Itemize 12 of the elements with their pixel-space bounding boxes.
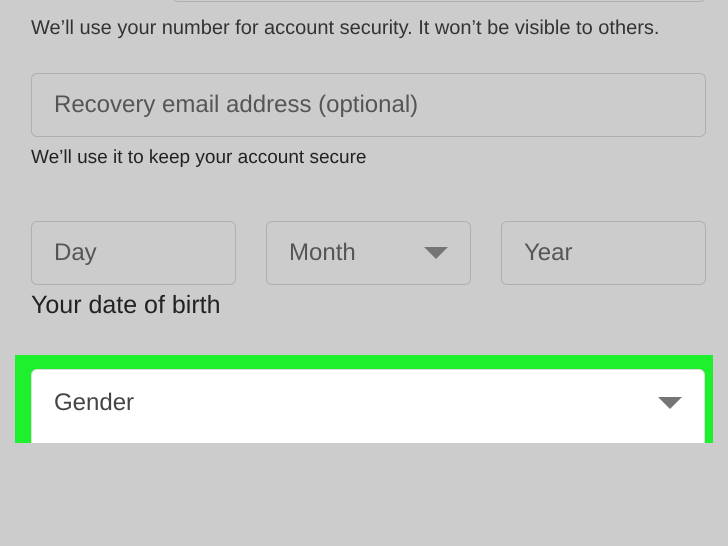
date-field[interactable]: Year [501,221,706,285]
month-dropdown[interactable]: Month [266,221,471,285]
dropdown-placeholder: Month [289,238,356,268]
recovery-hint: We’ll use it to keep your account secure [31,146,368,170]
recovery-email-field[interactable]: Recovery email address (optional) [31,73,706,137]
date-field[interactable]: Day [31,221,236,285]
phone-hint: We’ll use your number for account security. It won’t be visible to others. [31,16,660,41]
dropdown-placeholder: Gender [54,388,134,418]
gender-dropdown[interactable]: Gender [31,369,705,443]
dropdown-caret-icon [658,397,682,409]
dropdown-caret-icon [424,247,448,259]
birth-date-label: Your date of birth [31,290,222,321]
